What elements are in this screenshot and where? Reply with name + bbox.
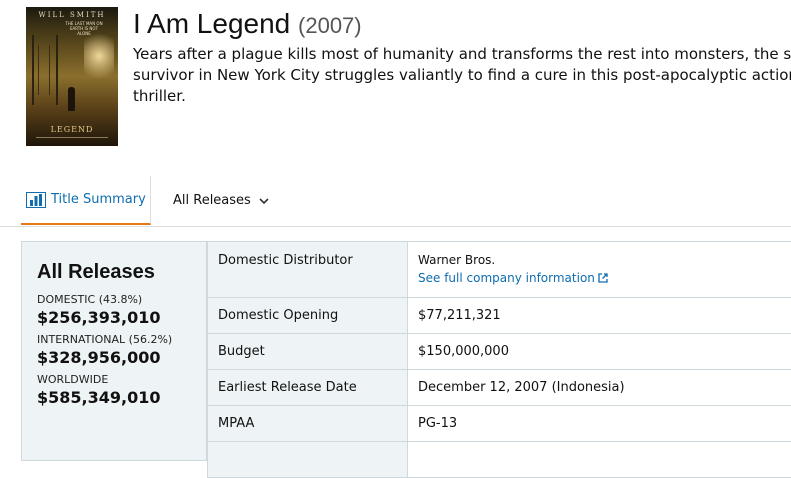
- poster-credits: [36, 137, 108, 142]
- chevron-down-icon: [259, 196, 269, 206]
- opening-value: $77,211,321: [408, 298, 791, 334]
- all-releases-summary: All Releases DOMESTIC (43.8%) $256,393,0…: [21, 241, 207, 461]
- distributor-label: Domestic Distributor: [208, 242, 408, 298]
- mpaa-label: MPAA: [208, 406, 408, 442]
- worldwide-label: WORLDWIDE: [37, 373, 108, 386]
- distributor-cell: Warner Bros. See full company informatio…: [408, 242, 791, 298]
- table-row: Domestic Distributor Warner Bros. See fu…: [208, 242, 791, 298]
- bar-chart-icon: [26, 192, 46, 208]
- table-row: Budget $150,000,000: [208, 334, 791, 370]
- details-table: Domestic Distributor Warner Bros. See fu…: [207, 241, 791, 478]
- budget-value: $150,000,000: [408, 334, 791, 370]
- distributor-value: Warner Bros.: [418, 253, 791, 267]
- movie-title: I Am Legend: [133, 8, 290, 39]
- domestic-label: DOMESTIC (43.8%): [37, 293, 142, 306]
- movie-description: Years after a plague kills most of human…: [133, 44, 791, 107]
- table-row: MPAA PG-13: [208, 406, 791, 442]
- mpaa-value: PG-13: [408, 406, 791, 442]
- poster-logo-text: LEGEND: [26, 125, 118, 134]
- release-date-label: Earliest Release Date: [208, 370, 408, 406]
- company-info-row: See full company information: [418, 271, 791, 286]
- budget-label: Budget: [208, 334, 408, 370]
- tab-bar: Title Summary All Releases: [0, 176, 791, 227]
- movie-poster: WILL SMITH THE LAST MAN ON EARTH IS NOT …: [26, 7, 118, 146]
- company-info-link[interactable]: See full company information: [418, 271, 595, 285]
- poster-sky: [84, 27, 114, 85]
- international-label: INTERNATIONAL (56.2%): [37, 333, 172, 346]
- summary-heading: All Releases: [37, 261, 155, 284]
- table-row: Domestic Opening $77,211,321: [208, 298, 791, 334]
- tab-title-summary[interactable]: Title Summary: [21, 176, 151, 225]
- external-link-icon[interactable]: [598, 273, 608, 283]
- poster-figure: [68, 87, 75, 111]
- movie-year: (2007): [298, 13, 362, 38]
- worldwide-gross: $585,349,010: [37, 388, 160, 407]
- poster-actor-name: WILL SMITH: [26, 11, 118, 19]
- tab-all-releases-label: All Releases: [173, 193, 251, 208]
- tab-title-summary-label: Title Summary: [51, 192, 146, 207]
- international-gross: $328,956,000: [37, 348, 160, 367]
- tab-all-releases[interactable]: All Releases: [173, 176, 269, 225]
- release-date-value: December 12, 2007 (Indonesia): [408, 370, 791, 406]
- poster-bridge: [32, 35, 58, 105]
- page-title: I Am Legend (2007): [133, 8, 362, 40]
- table-row: Earliest Release Date December 12, 2007 …: [208, 370, 791, 406]
- opening-label: Domestic Opening: [208, 298, 408, 334]
- domestic-gross: $256,393,010: [37, 308, 160, 327]
